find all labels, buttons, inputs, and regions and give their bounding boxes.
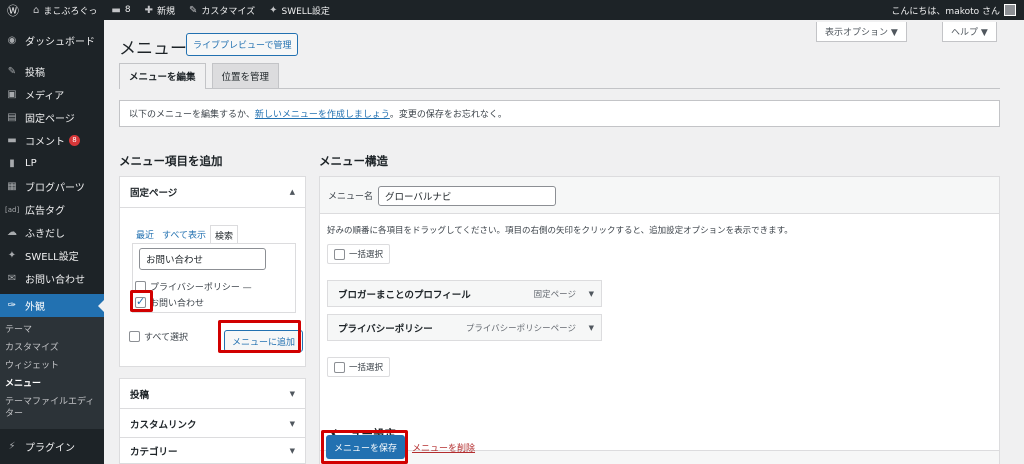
sidebar-item-10[interactable]: ✉ お問い合わせ bbox=[0, 267, 104, 290]
sidebar-item-plugins[interactable]: ⚡ プラグイン bbox=[0, 435, 104, 458]
highlight-checkbox-box bbox=[130, 290, 153, 312]
plus-icon: ✚ bbox=[144, 4, 153, 16]
highlight-save-button-box bbox=[321, 430, 408, 464]
live-preview-button[interactable]: ライブプレビューで管理 bbox=[186, 33, 299, 56]
wordpress-logo-icon[interactable]: Ⓦ bbox=[0, 0, 26, 20]
plugin-icon: ⚡ bbox=[8, 441, 16, 452]
menu-item-card[interactable]: ブロガーまことのプロフィール 固定ページ ▼ bbox=[327, 280, 602, 307]
sidebar-item-7[interactable]: [ad] 広告タグ bbox=[0, 198, 104, 221]
expand-item-arrow-icon[interactable]: ▼ bbox=[589, 324, 594, 332]
menu-name-bar: メニュー名 グローバルナビ bbox=[320, 177, 999, 214]
screen-options-button[interactable]: 表示オプション ▼ bbox=[816, 22, 907, 42]
home-icon: ⌂ bbox=[33, 4, 40, 16]
customize-link[interactable]: ✎ カスタマイズ bbox=[182, 0, 262, 20]
new-content-link[interactable]: ✚ 新規 bbox=[138, 0, 182, 20]
ad-tag-icon: [ad] bbox=[5, 205, 20, 214]
categories-panel[interactable]: カテゴリー ▼ bbox=[119, 437, 306, 464]
swell-icon: ✦ bbox=[7, 250, 17, 261]
appearance-submenu: テーマ カスタマイズ ウィジェット メニュー テーマファイルエディター bbox=[0, 317, 104, 429]
submenu-theme[interactable]: テーマ bbox=[0, 321, 104, 339]
create-new-menu-link[interactable]: 新しいメニューを作成しましょう bbox=[255, 107, 390, 120]
sidebar-item-label: SWELL設定 bbox=[25, 252, 79, 263]
menu-structure-heading: メニュー構造 bbox=[319, 154, 388, 168]
dashboard-icon: ◉ bbox=[7, 35, 17, 46]
tab-manage-locations[interactable]: 位置を管理 bbox=[211, 63, 280, 88]
sidebar-item-label: コメント bbox=[25, 137, 65, 148]
bulk-select-checkbox[interactable] bbox=[334, 361, 345, 373]
media-icon: ▣ bbox=[7, 89, 17, 100]
delete-menu-link[interactable]: メニューを削除 bbox=[412, 441, 475, 454]
blog-parts-icon: ▦ bbox=[7, 181, 17, 192]
bulk-select-checkbox[interactable] bbox=[334, 248, 345, 260]
appearance-icon: ✑ bbox=[7, 300, 17, 311]
help-button[interactable]: ヘルプ ▼ bbox=[942, 22, 997, 42]
admin-sidebar: ◉ ダッシュボード ✎ 投稿 ▣ メディア ▤ 固定ページ ▬ コメント 8 ▮ LP ▦ ブログパーツ [a… bbox=[0, 20, 104, 464]
highlight-add-button-box bbox=[218, 320, 301, 353]
comments-link[interactable]: ▬ 8 bbox=[104, 0, 137, 20]
sidebar-item-0[interactable]: ◉ ダッシュボード bbox=[0, 29, 104, 52]
comment-count-badge: 8 bbox=[69, 135, 80, 146]
sidebar-item-1[interactable]: ✎ 投稿 bbox=[0, 60, 104, 83]
comment-icon: ▬ bbox=[7, 135, 17, 146]
expand-arrow-icon: ▼ bbox=[289, 447, 295, 455]
submenu-menus[interactable]: メニュー bbox=[0, 375, 104, 393]
balloon-icon: ☁ bbox=[7, 227, 17, 238]
greeting[interactable]: こんにちは、makoto さん bbox=[891, 4, 1000, 17]
sidebar-item-3[interactable]: ▤ 固定ページ bbox=[0, 106, 104, 129]
comment-bubble-icon: ▬ bbox=[111, 4, 121, 16]
sidebar-item-label: 固定ページ bbox=[25, 114, 75, 125]
sidebar-item-8[interactable]: ☁ ふきだし bbox=[0, 221, 104, 244]
submenu-theme-editor[interactable]: テーマファイルエディター bbox=[0, 393, 104, 423]
avatar[interactable] bbox=[1004, 4, 1016, 16]
sidebar-item-label: ふきだし bbox=[25, 229, 65, 240]
sidebar-item-5[interactable]: ▮ LP bbox=[0, 152, 104, 175]
expand-arrow-icon: ▼ bbox=[289, 420, 295, 428]
lp-icon: ▮ bbox=[9, 158, 15, 169]
sidebar-item-9[interactable]: ✦ SWELL設定 bbox=[0, 244, 104, 267]
collapse-arrow-icon: ▲ bbox=[289, 188, 295, 196]
sidebar-item-4[interactable]: ▬ コメント 8 bbox=[0, 129, 104, 152]
sidebar-item-label: お問い合わせ bbox=[25, 275, 85, 286]
pin-icon: ✎ bbox=[7, 66, 17, 77]
site-name-link[interactable]: ⌂ まこぶろぐっ bbox=[26, 0, 104, 20]
sidebar-item-label: メディア bbox=[25, 91, 65, 102]
drag-instructions: 好みの順番に各項目をドラッグしてください。項目の右側の矢印をクリックすると、追加… bbox=[327, 226, 793, 236]
select-all-row[interactable]: すべて選択 bbox=[129, 330, 188, 343]
swell-settings-link[interactable]: ✦ SWELL設定 bbox=[262, 0, 337, 20]
mail-icon: ✉ bbox=[7, 273, 17, 284]
menu-name-input[interactable]: グローバルナビ bbox=[378, 186, 556, 206]
brush-icon: ✎ bbox=[188, 4, 198, 16]
page-title: メニュー bbox=[119, 39, 187, 59]
main-content: メニュー ライブプレビューで管理 表示オプション ▼ ヘルプ ▼ メニューを編集… bbox=[104, 20, 1024, 464]
sidebar-item-appearance[interactable]: ✑ 外観 bbox=[0, 294, 104, 317]
sidebar-item-label: 投稿 bbox=[25, 68, 45, 79]
expand-item-arrow-icon[interactable]: ▼ bbox=[589, 290, 594, 298]
bulk-select-bottom[interactable]: 一括選択 bbox=[327, 357, 391, 377]
bulk-select-top[interactable]: 一括選択 bbox=[327, 244, 391, 264]
sidebar-item-label: ダッシュボード bbox=[25, 37, 95, 48]
menu-structure-panel: メニュー名 グローバルナビ 好みの順番に各項目をドラッグしてください。項目の右側… bbox=[319, 176, 1000, 464]
posts-panel[interactable]: 投稿 ▼ bbox=[119, 378, 306, 409]
expand-arrow-icon: ▼ bbox=[289, 390, 295, 398]
submenu-customize[interactable]: カスタマイズ bbox=[0, 339, 104, 357]
menu-name-label: メニュー名 bbox=[328, 192, 374, 202]
sidebar-item-label: ブログパーツ bbox=[25, 183, 85, 194]
page-icon: ▤ bbox=[7, 112, 17, 123]
page-search-input[interactable]: お問い合わせ bbox=[139, 248, 266, 270]
admin-bar: Ⓦ ⌂ まこぶろぐっ ▬ 8 ✚ 新規 ✎ カスタマイズ ✦ SWELL設定 こんにちは、… bbox=[0, 0, 1024, 20]
swell-bird-icon: ✦ bbox=[269, 4, 278, 16]
select-all-checkbox[interactable] bbox=[129, 331, 140, 342]
sidebar-item-2[interactable]: ▣ メディア bbox=[0, 83, 104, 106]
menu-notice: 以下のメニューを編集するか、 新しいメニューを作成しましょう 。変更の保存をお忘… bbox=[119, 100, 1000, 127]
nav-tabs: メニューを編集 位置を管理 bbox=[119, 63, 1000, 89]
sidebar-item-label: LP bbox=[25, 158, 37, 169]
sidebar-item-label: 広告タグ bbox=[25, 206, 65, 217]
custom-links-panel[interactable]: カスタムリンク ▼ bbox=[119, 408, 306, 438]
sidebar-item-6[interactable]: ▦ ブログパーツ bbox=[0, 175, 104, 198]
pages-panel-header[interactable]: 固定ページ ▲ bbox=[120, 177, 305, 207]
add-items-heading: メニュー項目を追加 bbox=[119, 154, 223, 168]
submenu-widgets[interactable]: ウィジェット bbox=[0, 357, 104, 375]
menu-item-card[interactable]: プライバシーポリシー プライバシーポリシーページ ▼ bbox=[327, 314, 602, 341]
tab-edit-menus[interactable]: メニューを編集 bbox=[119, 63, 206, 89]
